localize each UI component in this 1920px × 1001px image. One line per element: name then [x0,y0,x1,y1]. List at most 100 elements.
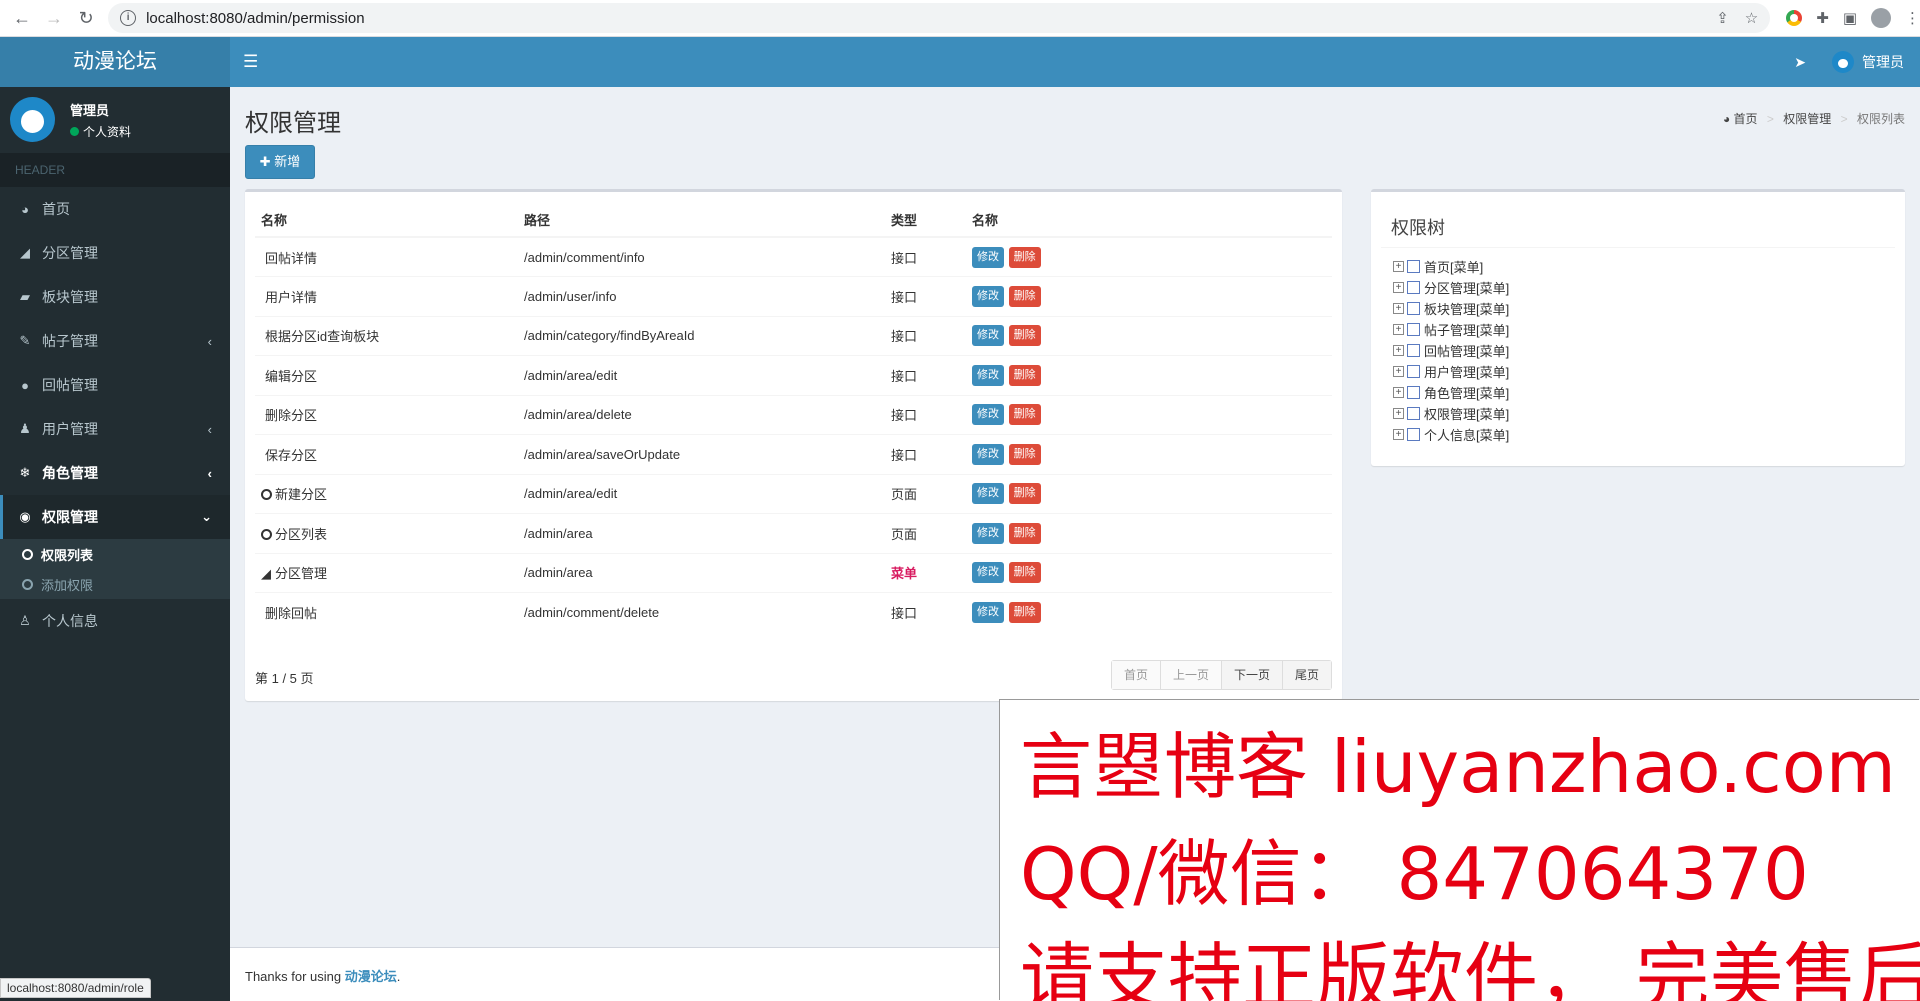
sidebar-item-category[interactable]: ▰ 板块管理 [0,275,230,319]
sidebar-item-user[interactable]: ♟ 用户管理 ‹ [0,407,230,451]
pager-next[interactable]: 下一页 [1220,661,1282,689]
row-path: /admin/category/findByAreaId [518,315,885,356]
expand-icon[interactable]: + [1393,324,1404,335]
pager-first[interactable]: 首页 [1111,661,1160,689]
tree-checkbox[interactable] [1407,302,1420,315]
tree-checkbox[interactable] [1407,323,1420,336]
area-chart-icon: ◢ [261,566,271,582]
table-row: 删除回帖 /admin/comment/delete 接口 修改 删除 [255,592,1332,632]
edit-button[interactable]: 修改 [972,562,1004,584]
sidebar-item-home[interactable]: ◕ 首页 [0,187,230,231]
expand-icon[interactable]: + [1393,303,1404,314]
edit-button[interactable]: 修改 [972,483,1004,505]
tree-node[interactable]: + 回帖管理[菜单] [1393,340,1509,361]
tree-checkbox[interactable] [1407,365,1420,378]
expand-icon[interactable]: + [1393,387,1404,398]
submenu-item-add-permission[interactable]: 添加权限 [0,569,230,599]
share-icon[interactable]: ⇪ [1716,9,1729,27]
reload-icon[interactable]: ↻ [75,8,97,29]
area-chart-icon: ◢ [20,245,30,260]
pager-last[interactable]: 尾页 [1281,661,1331,689]
delete-button[interactable]: 删除 [1008,325,1041,347]
delete-button[interactable]: 删除 [1008,522,1041,544]
user-menu[interactable]: 管理员 [1832,51,1904,73]
tree-node[interactable]: + 权限管理[菜单] [1393,403,1509,424]
chrome-icon[interactable] [1786,10,1803,26]
col-path: 路径 [518,202,885,238]
row-name: 编辑分区 [255,355,518,395]
delete-button[interactable]: 删除 [1008,443,1041,465]
breadcrumb-permission[interactable]: 权限管理 [1783,112,1831,126]
edit-button[interactable]: 修改 [972,325,1004,347]
edit-button[interactable]: 修改 [972,285,1004,307]
tree-checkbox[interactable] [1407,407,1420,420]
breadcrumb-current: 权限列表 [1856,112,1905,126]
delete-button[interactable]: 删除 [1008,246,1041,268]
expand-icon[interactable]: + [1393,261,1404,272]
row-path: /admin/user/info [518,276,885,316]
delete-button[interactable]: 删除 [1008,602,1041,623]
edit-button[interactable]: 修改 [972,522,1004,544]
breadcrumb-home[interactable]: 首页 [1734,112,1758,126]
expand-icon[interactable]: + [1393,366,1404,377]
sidebar-item-role[interactable]: ❄ 角色管理 ‹ [0,451,230,495]
delete-button[interactable]: 删除 [1008,562,1041,584]
row-type: 页面 [885,513,966,553]
tree-checkbox[interactable] [1407,344,1420,357]
edit-button[interactable]: 修改 [972,602,1004,623]
url-text[interactable]: localhost:8080/admin/permission [146,10,1700,27]
tree-node[interactable]: + 角色管理[菜单] [1393,382,1509,403]
delete-button[interactable]: 删除 [1008,285,1041,307]
add-button[interactable]: ✚ 新增 [245,145,315,179]
expand-icon[interactable]: + [1393,345,1404,356]
delete-button[interactable]: 删除 [1008,483,1041,505]
edit-button[interactable]: 修改 [972,364,1004,386]
sidebar-item-comment[interactable]: ● 回帖管理 [0,363,230,407]
circle-icon [22,548,33,560]
edit-button[interactable]: 修改 [972,246,1004,268]
tree-checkbox[interactable] [1407,281,1420,294]
row-path: /admin/area/edit [518,355,885,395]
chevron-left-icon: ‹ [207,333,212,349]
sidebar-item-permission[interactable]: ◉ 权限管理 ⌄ [0,495,230,539]
delete-button[interactable]: 删除 [1008,404,1041,426]
online-dot-icon [70,127,79,136]
tree-node[interactable]: + 首页[菜单] [1393,256,1509,277]
logo[interactable]: 动漫论坛 [0,37,230,87]
sidebar-toggle-icon[interactable]: ☰ [243,37,258,87]
edit-button[interactable]: 修改 [972,404,1004,426]
expand-icon[interactable]: + [1393,408,1404,419]
sidepanel-icon[interactable]: ▣ [1843,9,1857,27]
expand-icon[interactable]: + [1393,282,1404,293]
tree-node[interactable]: + 个人信息[菜单] [1393,424,1509,445]
chevron-left-icon: ‹ [207,465,212,481]
tree-node[interactable]: + 板块管理[菜单] [1393,298,1509,319]
back-icon[interactable]: ← [11,8,33,29]
tree-node[interactable]: + 帖子管理[菜单] [1393,319,1509,340]
tree-checkbox[interactable] [1407,260,1420,273]
tree-node[interactable]: + 用户管理[菜单] [1393,361,1509,382]
sidebar-item-area[interactable]: ◢ 分区管理 [0,231,230,275]
submenu-item-permission-list[interactable]: 权限列表 [0,539,230,569]
forward-icon[interactable]: → [43,8,65,29]
navigation-arrow-icon[interactable]: ➤ [1794,54,1806,71]
footer-brand-link[interactable]: 动漫论坛 [345,969,397,984]
expand-icon[interactable]: + [1393,429,1404,440]
pager-prev[interactable]: 上一页 [1159,661,1221,689]
edit-button[interactable]: 修改 [972,443,1004,465]
table-header-row: 名称 路径 类型 名称 [255,202,1332,238]
sidebar-item-post[interactable]: ✎ 帖子管理 ‹ [0,319,230,363]
kebab-menu-icon[interactable]: ⋮ [1905,9,1920,27]
bookmark-star-icon[interactable]: ☆ [1745,9,1758,27]
puzzle-icon[interactable]: ✚ [1816,9,1829,27]
tree-checkbox[interactable] [1407,428,1420,441]
user-panel-status[interactable]: 个人资料 [70,123,131,140]
profile-icon[interactable] [1871,8,1891,28]
sidebar-item-profile[interactable]: ♙ 个人信息 [0,599,230,643]
info-icon[interactable]: i [120,10,137,26]
tree-checkbox[interactable] [1407,386,1420,399]
tree-node[interactable]: + 分区管理[菜单] [1393,277,1509,298]
delete-button[interactable]: 删除 [1008,364,1041,386]
address-bar[interactable]: i localhost:8080/admin/permission ⇪ ☆ [108,3,1771,33]
table-row: 用户详情 /admin/user/info 接口 修改 删除 [255,276,1332,316]
